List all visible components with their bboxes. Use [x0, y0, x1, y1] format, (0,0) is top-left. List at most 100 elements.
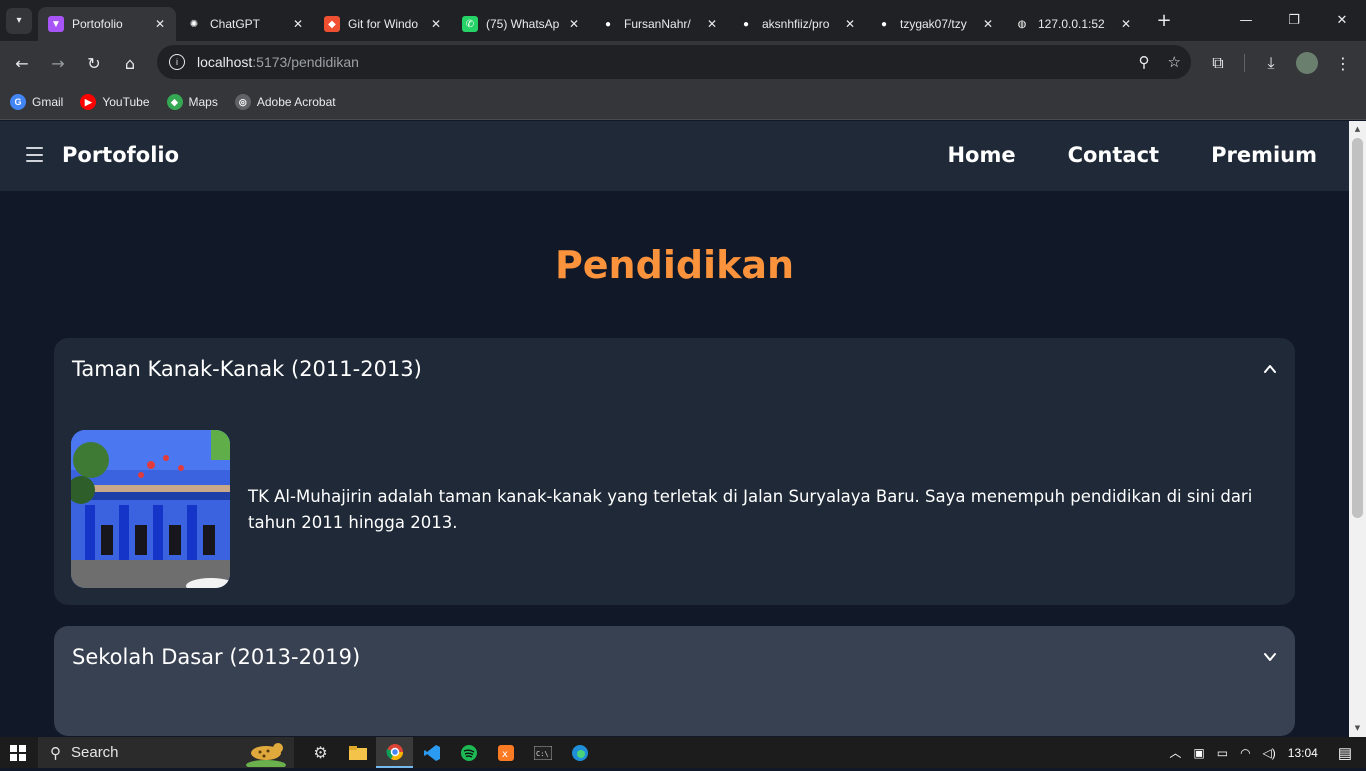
bookmark-item[interactable]: ▶ YouTube — [80, 94, 150, 110]
browser-tab[interactable]: ● FursanNahr/ ✕ — [590, 7, 728, 41]
home-button[interactable]: ⌂ — [112, 45, 148, 81]
browser-tab[interactable]: ▼ Portofolio ✕ — [38, 7, 176, 41]
scroll-down-arrow[interactable]: ▼ — [1349, 720, 1366, 737]
terminal-icon[interactable]: C:\ — [524, 737, 561, 768]
tab-title: ChatGPT — [210, 17, 261, 31]
close-tab-icon[interactable]: ✕ — [566, 17, 582, 31]
scroll-up-arrow[interactable]: ▲ — [1349, 121, 1366, 138]
education-card-kindergarten: Taman Kanak-Kanak (2011-2013) TK Al-Muha… — [54, 338, 1295, 605]
site-navbar: Portofolio Home Contact Premium — [0, 121, 1349, 191]
bookmark-item[interactable]: G Gmail — [10, 94, 63, 110]
toolbar-divider — [1244, 54, 1245, 72]
menu-kebab-icon[interactable]: ⋮ — [1325, 45, 1361, 81]
browser-tab[interactable]: ✺ ChatGPT ✕ — [176, 7, 314, 41]
site-brand[interactable]: Portofolio — [62, 143, 179, 167]
git-icon: ◆ — [324, 16, 340, 32]
window-controls: — ❐ ✕ — [1222, 0, 1366, 41]
chrome-icon[interactable] — [376, 737, 413, 768]
url-host: localhost — [197, 54, 253, 70]
settings-gear-icon[interactable]: ⚙ — [302, 737, 339, 768]
close-tab-icon[interactable]: ✕ — [980, 17, 996, 31]
taskbar-search-label: Search — [71, 744, 119, 761]
tab-search-button[interactable]: ▾ — [6, 7, 32, 34]
new-tab-button[interactable]: + — [1150, 10, 1178, 31]
show-hidden-icons-chevron-icon[interactable]: ︿ — [1169, 744, 1181, 761]
edge-icon[interactable] — [561, 737, 598, 768]
close-tab-icon[interactable]: ✕ — [842, 17, 858, 31]
card-title[interactable]: Taman Kanak-Kanak (2011-2013) — [72, 357, 422, 381]
vscode-icon[interactable] — [413, 737, 450, 768]
downloads-icon[interactable]: ⤓ — [1253, 45, 1289, 81]
address-bar[interactable]: i localhost:5173/pendidikan ⚲ ☆ — [157, 45, 1191, 79]
bookmark-label: YouTube — [102, 95, 150, 109]
close-tab-icon[interactable]: ✕ — [704, 17, 720, 31]
taskbar-search[interactable]: ⚲ Search — [38, 737, 294, 770]
web-page: Portofolio Home Contact Premium Pendidik… — [0, 121, 1349, 737]
close-tab-icon[interactable]: ✕ — [1118, 17, 1134, 31]
spotify-icon[interactable] — [450, 737, 487, 768]
tab-title: aksnhfiiz/pro — [762, 17, 830, 31]
profile-avatar[interactable] — [1289, 45, 1325, 81]
file-explorer-icon[interactable] — [339, 737, 376, 768]
bookmark-item[interactable]: ◆ Maps — [166, 94, 218, 110]
zoom-icon[interactable]: ⚲ — [1139, 53, 1150, 71]
forward-button[interactable]: → — [40, 45, 76, 81]
card-description: TK Al-Muhajirin adalah taman kanak-kanak… — [248, 487, 1253, 532]
browser-tab[interactable]: ● aksnhfiiz/pro ✕ — [728, 7, 866, 41]
search-icon: ⚲ — [50, 744, 61, 762]
browser-toolbar: ← → ↻ ⌂ i localhost:5173/pendidikan ⚲ ☆ … — [0, 41, 1366, 85]
tab-title: Portofolio — [72, 17, 123, 31]
meet-now-icon[interactable]: ▣ — [1193, 746, 1204, 760]
card-title[interactable]: Sekolah Dasar (2013-2019) — [72, 645, 360, 669]
close-tab-icon[interactable]: ✕ — [428, 17, 444, 31]
hamburger-menu-icon[interactable] — [26, 147, 43, 162]
globe-icon: ◎ — [234, 94, 251, 110]
bookmark-star-icon[interactable]: ☆ — [1168, 53, 1181, 71]
tab-title: (75) WhatsAp — [486, 17, 560, 31]
browser-tab[interactable]: ✆ (75) WhatsAp ✕ — [452, 7, 590, 41]
system-tray: ︿ ▣ ▭ ◠ ◁) 13:04 ▤ — [1169, 737, 1366, 768]
close-tab-icon[interactable]: ✕ — [152, 17, 168, 31]
whatsapp-icon: ✆ — [462, 16, 478, 32]
browser-tab[interactable]: ◍ 127.0.0.1:52 ✕ — [1004, 7, 1142, 41]
taskbar-apps: ⚙ x C:\ — [302, 737, 598, 768]
reload-button[interactable]: ↻ — [76, 45, 112, 81]
svg-text:x: x — [502, 749, 508, 760]
extensions-icon[interactable]: ⧉ — [1200, 45, 1236, 81]
windows-start-icon[interactable] — [0, 737, 36, 768]
wifi-icon[interactable]: ◠ — [1240, 746, 1250, 760]
chevron-up-icon[interactable] — [1263, 362, 1277, 376]
tab-list: ▼ Portofolio ✕ ✺ ChatGPT ✕ ◆ Git for Windo ✕ ✆ (75… — [38, 0, 1142, 41]
google-icon: G — [10, 94, 26, 110]
vite-icon: ▼ — [48, 16, 64, 32]
nav-premium-link[interactable]: Premium — [1211, 143, 1317, 167]
leopard-illustration-icon — [244, 739, 288, 770]
tab-title: tzygak07/tzy — [900, 17, 967, 31]
chevron-down-icon[interactable] — [1263, 650, 1277, 664]
bookmark-item[interactable]: ◎ Adobe Acrobat — [234, 94, 336, 110]
youtube-icon: ▶ — [80, 94, 97, 110]
school-photo — [71, 430, 230, 588]
url-path: :5173/pendidikan — [252, 54, 359, 70]
nav-contact-link[interactable]: Contact — [1068, 143, 1160, 167]
page-scrollbar[interactable]: ▲ ▼ — [1349, 121, 1366, 737]
browser-tab[interactable]: ◆ Git for Windo ✕ — [314, 7, 452, 41]
back-button[interactable]: ← — [4, 45, 40, 81]
site-info-icon[interactable]: i — [169, 54, 185, 70]
close-tab-icon[interactable]: ✕ — [290, 17, 306, 31]
nav-home-link[interactable]: Home — [947, 143, 1015, 167]
volume-icon[interactable]: ◁) — [1263, 746, 1276, 760]
close-window-button[interactable]: ✕ — [1318, 0, 1366, 41]
browser-tab[interactable]: ● tzygak07/tzy ✕ — [866, 7, 1004, 41]
notifications-icon[interactable]: ▤ — [1338, 744, 1352, 762]
github-icon: ● — [738, 16, 754, 32]
tab-title: FursanNahr/ — [624, 17, 691, 31]
xampp-icon[interactable]: x — [487, 737, 524, 768]
minimize-button[interactable]: — — [1222, 0, 1270, 41]
clock-time[interactable]: 13:04 — [1288, 746, 1318, 760]
svg-text:C:\: C:\ — [536, 750, 549, 758]
scrollbar-thumb[interactable] — [1352, 138, 1363, 518]
maps-icon: ◆ — [166, 94, 183, 110]
battery-icon[interactable]: ▭ — [1217, 746, 1228, 760]
maximize-button[interactable]: ❐ — [1270, 0, 1318, 41]
